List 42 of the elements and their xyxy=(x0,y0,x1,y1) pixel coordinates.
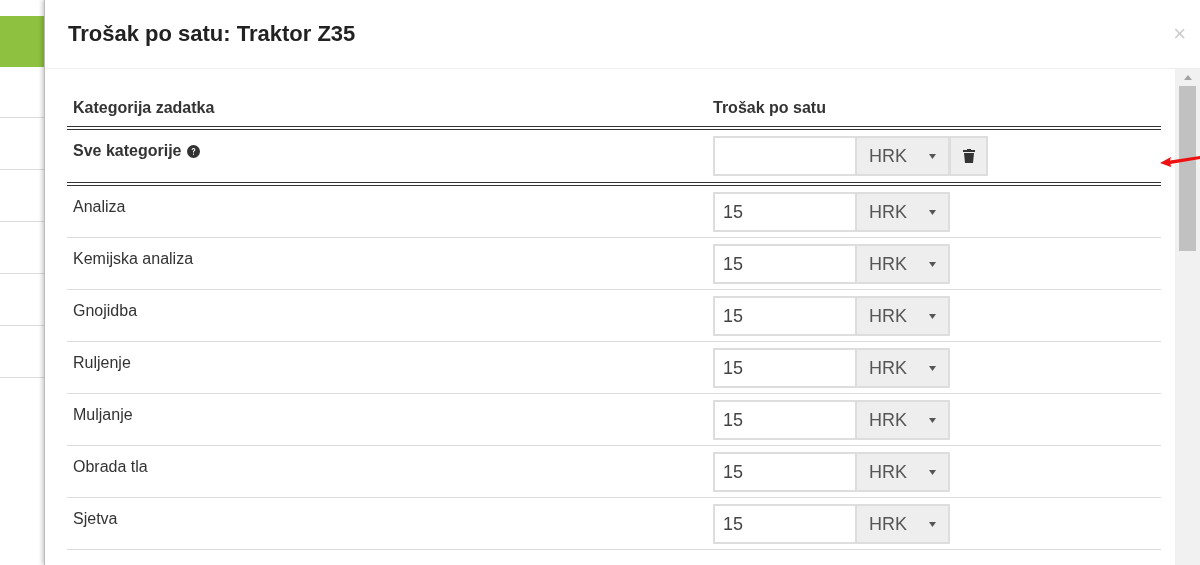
category-label: Muljanje xyxy=(73,406,133,424)
caret-icon xyxy=(929,469,936,475)
cost-input[interactable]: 15 xyxy=(713,192,857,232)
caret-icon xyxy=(929,261,936,267)
category-label: Sve kategorije xyxy=(73,142,182,160)
scrollbar[interactable] xyxy=(1175,69,1200,565)
cost-input[interactable]: 15 xyxy=(713,504,857,544)
category-label: Kemijska analiza xyxy=(73,250,194,268)
category-label: Ruljenje xyxy=(73,354,131,372)
category-label: Gnojidba xyxy=(73,302,138,320)
scroll-up-icon[interactable] xyxy=(1183,75,1192,80)
currency-select[interactable]: HRK xyxy=(857,296,950,336)
currency-select[interactable]: HRK xyxy=(857,504,950,544)
currency-select[interactable]: HRK xyxy=(857,348,950,388)
currency-select[interactable]: HRK xyxy=(857,192,950,232)
delete-button[interactable] xyxy=(950,136,988,176)
cost-input[interactable]: 15 xyxy=(713,244,857,284)
help-icon[interactable] xyxy=(186,145,200,158)
cost-input[interactable]: 15 xyxy=(713,452,857,492)
scrollbar-thumb[interactable] xyxy=(1179,86,1196,251)
caret-icon xyxy=(929,313,936,319)
cost-input[interactable]: 15 xyxy=(713,348,857,388)
currency-select[interactable]: HRK xyxy=(857,400,950,440)
menu-bar xyxy=(0,16,44,67)
currency-select[interactable]: HRK xyxy=(857,244,950,284)
caret-icon xyxy=(929,417,936,423)
caret-icon xyxy=(929,209,936,215)
category-label: Analiza xyxy=(73,198,126,216)
cost-input[interactable]: 15 xyxy=(713,400,857,440)
category-label: Sjetva xyxy=(73,510,118,528)
trash-icon xyxy=(962,149,975,163)
currency-select[interactable]: HRK xyxy=(857,136,950,176)
caret-icon xyxy=(929,365,936,371)
cost-input[interactable]: 15 xyxy=(713,296,857,336)
caret-icon xyxy=(929,153,936,159)
column-header: Trošak po satu xyxy=(713,99,826,116)
dialog-title: Trošak po satu: Traktor Z35 xyxy=(68,21,356,47)
column-header: Kategorija zadatka xyxy=(73,98,215,118)
cost-input[interactable] xyxy=(713,136,857,176)
caret-icon xyxy=(929,521,936,527)
currency-select[interactable]: HRK xyxy=(857,452,950,492)
category-label: Obrada tla xyxy=(73,458,148,476)
